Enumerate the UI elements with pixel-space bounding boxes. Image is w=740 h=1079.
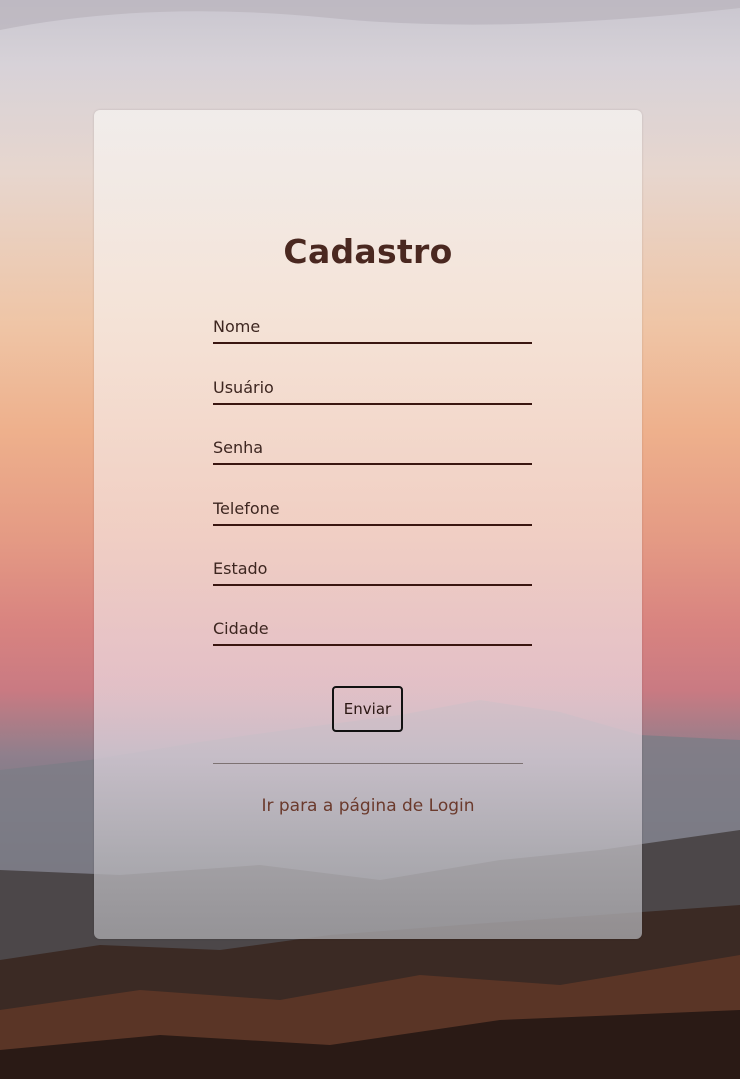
name-field-container	[213, 306, 532, 344]
login-link[interactable]: Ir para a página de Login	[94, 796, 642, 816]
city-input[interactable]	[213, 608, 532, 644]
submit-button[interactable]: Enviar	[332, 686, 403, 732]
divider	[213, 763, 523, 764]
username-input[interactable]	[213, 367, 532, 403]
phone-input[interactable]	[213, 488, 532, 524]
city-field-container	[213, 608, 532, 646]
state-field-container	[213, 548, 532, 586]
password-input[interactable]	[213, 427, 532, 463]
state-input[interactable]	[213, 548, 532, 584]
password-field-container	[213, 427, 532, 465]
username-field-container	[213, 367, 532, 405]
page-title: Cadastro	[283, 232, 453, 271]
phone-field-container	[213, 488, 532, 526]
name-input[interactable]	[213, 306, 532, 342]
signup-card: Cadastro Enviar Ir para a página de Logi…	[94, 110, 642, 939]
